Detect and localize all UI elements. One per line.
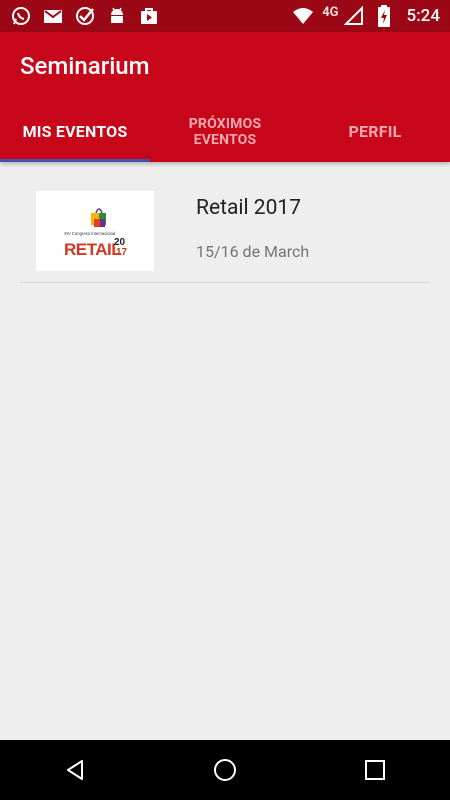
- app-bar: Seminarium MIS EVENTOS PRÓXIMOS EVENTOS …: [0, 32, 450, 162]
- back-icon[interactable]: [45, 740, 105, 800]
- notification-icons: [10, 5, 160, 27]
- tab-mis-eventos[interactable]: MIS EVENTOS: [0, 102, 150, 162]
- recents-icon[interactable]: [345, 740, 405, 800]
- navigation-bar: [0, 740, 450, 800]
- wifi-icon: [292, 5, 314, 27]
- event-title: Retail 2017: [196, 196, 301, 220]
- event-list-item[interactable]: XIV Congreso Internacional RETAIL 20 17 …: [20, 176, 430, 283]
- logo-caption: XIV Congreso Internacional: [64, 231, 115, 236]
- check-icon: [74, 5, 96, 27]
- signal-icon: [343, 5, 365, 27]
- tab-proximos-eventos[interactable]: PRÓXIMOS EVENTOS: [150, 102, 300, 162]
- battery-icon: [373, 5, 395, 27]
- event-logo: XIV Congreso Internacional RETAIL 20 17: [36, 191, 154, 271]
- tab-perfil[interactable]: PERFIL: [300, 102, 450, 162]
- play-store-icon: [138, 5, 160, 27]
- clock: 5:24: [406, 6, 440, 26]
- home-icon[interactable]: [195, 740, 255, 800]
- logo-word: RETAIL: [64, 240, 121, 259]
- tab-bar: MIS EVENTOS PRÓXIMOS EVENTOS PERFIL: [0, 102, 450, 162]
- network-type: 4G: [322, 4, 339, 20]
- app-title: Seminarium: [20, 52, 150, 80]
- shopping-bag-icon: [91, 208, 106, 227]
- tab-label-line1: PRÓXIMOS: [188, 116, 262, 132]
- tab-label-line2: EVENTOS: [193, 132, 257, 148]
- tab-label: PERFIL: [348, 122, 402, 141]
- gmail-icon: [42, 5, 64, 27]
- event-date: 15/16 de March: [196, 242, 310, 261]
- android-icon: [106, 5, 128, 27]
- logo-year-bottom: 17: [116, 247, 128, 258]
- tab-label: PRÓXIMOS EVENTOS: [189, 116, 262, 148]
- whatsapp-icon: [10, 5, 32, 27]
- tab-label: MIS EVENTOS: [22, 122, 128, 141]
- system-icons: 4G 5:24: [292, 5, 440, 27]
- status-bar: 4G 5:24: [0, 0, 450, 32]
